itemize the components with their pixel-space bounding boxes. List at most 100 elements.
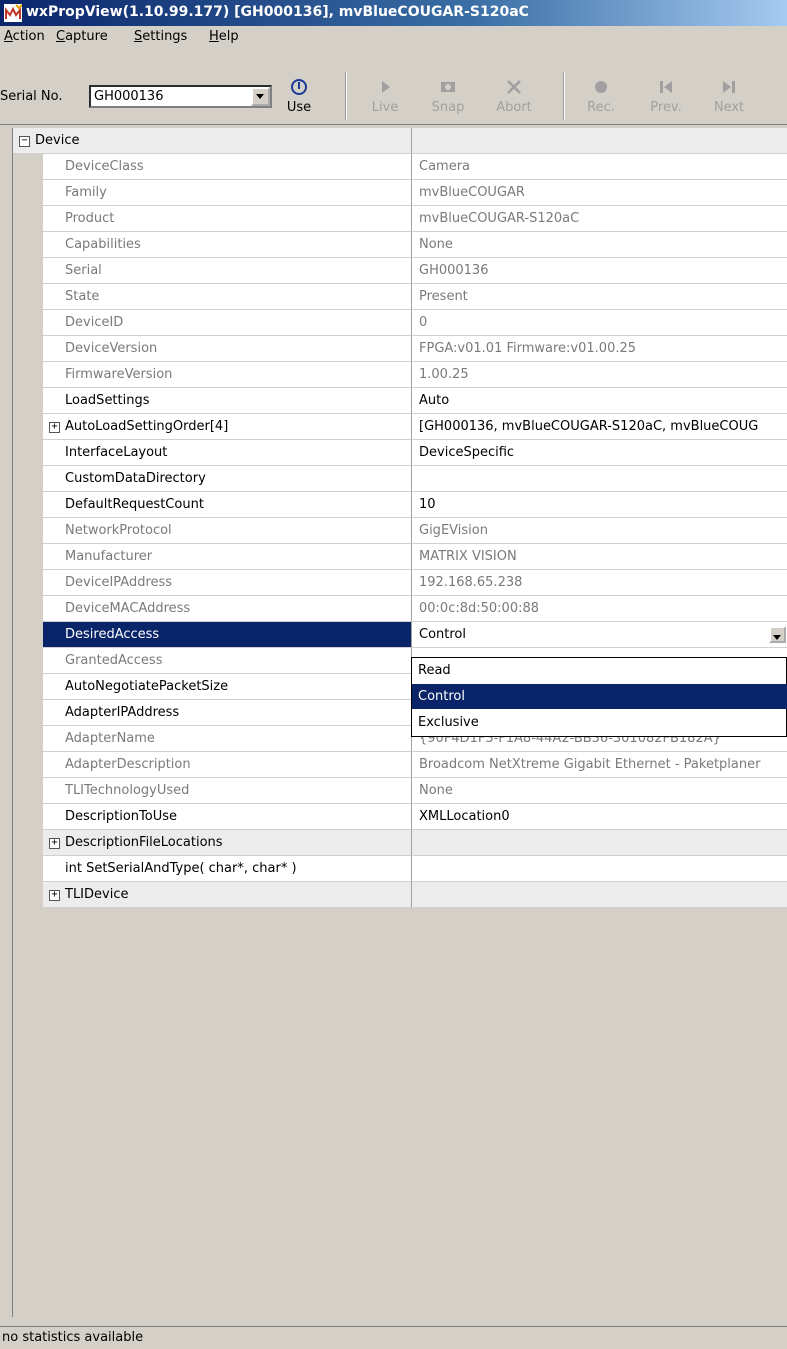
record-button[interactable]: Rec.	[576, 78, 626, 122]
property-row-manufacturer[interactable]: Manufacturer MATRIX VISION	[13, 544, 787, 570]
property-row-capabilities[interactable]: Capabilities None	[13, 232, 787, 258]
dropdown-option-control[interactable]: Control	[412, 684, 787, 709]
property-value-text: 1.00.25	[419, 367, 469, 382]
property-row-autoloadsettingorder-4[interactable]: AutoLoadSettingOrder[4] + [GH000136, mvBlu…	[13, 414, 787, 440]
property-name-text: Device	[35, 133, 80, 148]
menu-bar: Action Capture Settings Help	[0, 26, 787, 48]
menu-settings-label: ettings	[142, 29, 188, 44]
property-row-customdatadirectory[interactable]: CustomDataDirectory	[13, 466, 787, 492]
prev-button[interactable]: Prev.	[641, 78, 691, 122]
property-value[interactable]	[412, 128, 787, 154]
property-value[interactable]: [GH000136, mvBlueCOUGAR-S120aC, mvBlueCO…	[412, 414, 787, 440]
live-button[interactable]: Live	[360, 78, 410, 122]
property-name: int SetSerialAndType( char*, char* )	[43, 856, 412, 882]
property-value: GH000136	[412, 258, 787, 284]
property-row-firmwareversion[interactable]: FirmwareVersion 1.00.25	[13, 362, 787, 388]
property-value[interactable]: 10	[412, 492, 787, 518]
property-name: AutoLoadSettingOrder[4] +	[43, 414, 412, 440]
property-name-text: DeviceClass	[65, 159, 144, 174]
property-value: Camera	[412, 154, 787, 180]
property-name-text: FirmwareVersion	[65, 367, 173, 382]
property-row-defaultrequestcount[interactable]: DefaultRequestCount 10	[13, 492, 787, 518]
property-name-text: DefaultRequestCount	[65, 497, 204, 512]
property-row-family[interactable]: Family mvBlueCOUGAR	[13, 180, 787, 206]
property-name: AdapterIPAddress	[43, 700, 412, 726]
property-value-text: [GH000136, mvBlueCOUGAR-S120aC, mvBlueCO…	[419, 419, 759, 434]
title-bar[interactable]: wxPropView(1.10.99.177) [GH000136], mvBl…	[0, 0, 787, 26]
property-value[interactable]	[412, 856, 787, 882]
property-row-loadsettings[interactable]: LoadSettings Auto	[13, 388, 787, 414]
property-value[interactable]: Auto	[412, 388, 787, 414]
property-row-tlitechnologyused[interactable]: TLITechnologyUsed None	[13, 778, 787, 804]
property-row-product[interactable]: Product mvBlueCOUGAR-S120aC	[13, 206, 787, 232]
desired-access-dropdown-list[interactable]: Read Control Exclusive	[411, 657, 787, 737]
property-name: DefaultRequestCount	[43, 492, 412, 518]
property-value: None	[412, 778, 787, 804]
property-value-text: 00:0c:8d:50:00:88	[419, 601, 540, 616]
property-row-desiredaccess[interactable]: DesiredAccess Control	[13, 622, 787, 648]
value-dropdown-button[interactable]	[769, 626, 786, 643]
property-name: DescriptionFileLocations +	[43, 830, 412, 856]
status-text: no statistics available	[2, 1330, 144, 1345]
property-row-state[interactable]: State Present	[13, 284, 787, 310]
x-icon	[507, 80, 521, 94]
property-row-adapterdescription[interactable]: AdapterDescription Broadcom NetXtreme Gig…	[13, 752, 787, 778]
property-name: LoadSettings	[43, 388, 412, 414]
property-row-deviceclass[interactable]: DeviceClass Camera	[13, 154, 787, 180]
menu-capture[interactable]: Capture	[56, 29, 108, 44]
window-title: wxPropView(1.10.99.177) [GH000136], mvBl…	[26, 4, 529, 20]
property-name: DeviceMACAddress	[43, 596, 412, 622]
property-row-serial[interactable]: Serial GH000136	[13, 258, 787, 284]
next-button[interactable]: Next	[704, 78, 754, 122]
expand-icon[interactable]: +	[49, 890, 60, 901]
property-value-text: DeviceSpecific	[419, 445, 515, 460]
property-name: AdapterDescription	[43, 752, 412, 778]
property-value-text: None	[419, 783, 453, 798]
property-row-descriptiontouse[interactable]: DescriptionToUse XMLLocation0	[13, 804, 787, 830]
property-value-text: Present	[419, 289, 468, 304]
property-row-deviceid[interactable]: DeviceID 0	[13, 310, 787, 336]
property-value[interactable]: DeviceSpecific	[412, 440, 787, 466]
property-value-text: 0	[419, 315, 428, 330]
dropdown-option-exclusive[interactable]: Exclusive	[412, 710, 787, 735]
play-icon	[382, 81, 390, 93]
collapse-icon[interactable]: −	[19, 136, 30, 147]
snap-button[interactable]: Snap	[423, 78, 473, 122]
expand-icon[interactable]: +	[49, 838, 60, 849]
property-name-text: AdapterDescription	[65, 757, 191, 772]
property-row-networkprotocol[interactable]: NetworkProtocol GigEVision	[13, 518, 787, 544]
property-value[interactable]	[412, 882, 787, 908]
property-name-text: DescriptionToUse	[65, 809, 178, 824]
property-row-int-setserialandtype-char-char[interactable]: int SetSerialAndType( char*, char* )	[13, 856, 787, 882]
expand-icon[interactable]: +	[49, 422, 60, 433]
property-row-deviceipaddress[interactable]: DeviceIPAddress 192.168.65.238	[13, 570, 787, 596]
property-value-text: None	[419, 237, 453, 252]
property-name-text: InterfaceLayout	[65, 445, 168, 460]
property-value[interactable]	[412, 466, 787, 492]
property-row-devicemacaddress[interactable]: DeviceMACAddress 00:0c:8d:50:00:88	[13, 596, 787, 622]
property-value-text: Control	[419, 627, 466, 642]
property-row-descriptionfilelocations[interactable]: DescriptionFileLocations +	[13, 830, 787, 856]
property-row-device[interactable]: Device −	[13, 128, 787, 154]
serial-combobox[interactable]: GH000136	[89, 85, 272, 108]
property-name-text: DeviceVersion	[65, 341, 158, 356]
property-name-text: DeviceMACAddress	[65, 601, 191, 616]
property-row-tlidevice[interactable]: TLIDevice +	[13, 882, 787, 908]
property-value[interactable]: XMLLocation0	[412, 804, 787, 830]
dropdown-option-read[interactable]: Read	[412, 658, 787, 683]
serial-dropdown-button[interactable]	[251, 87, 270, 106]
property-name: CustomDataDirectory	[43, 466, 412, 492]
menu-action[interactable]: Action	[4, 29, 45, 44]
menu-help[interactable]: Help	[209, 29, 239, 44]
property-name: Capabilities	[43, 232, 412, 258]
use-label: Use	[286, 100, 312, 115]
next-label: Next	[713, 100, 745, 115]
abort-button[interactable]: Abort	[489, 78, 539, 122]
property-value[interactable]	[412, 830, 787, 856]
property-value[interactable]: Control	[412, 622, 787, 648]
property-name-text: Capabilities	[65, 237, 141, 252]
property-row-interfacelayout[interactable]: InterfaceLayout DeviceSpecific	[13, 440, 787, 466]
menu-settings[interactable]: Settings	[134, 29, 187, 44]
use-button[interactable]: Use	[274, 78, 324, 122]
property-row-deviceversion[interactable]: DeviceVersion FPGA:v01.01 Firmware:v01.00…	[13, 336, 787, 362]
